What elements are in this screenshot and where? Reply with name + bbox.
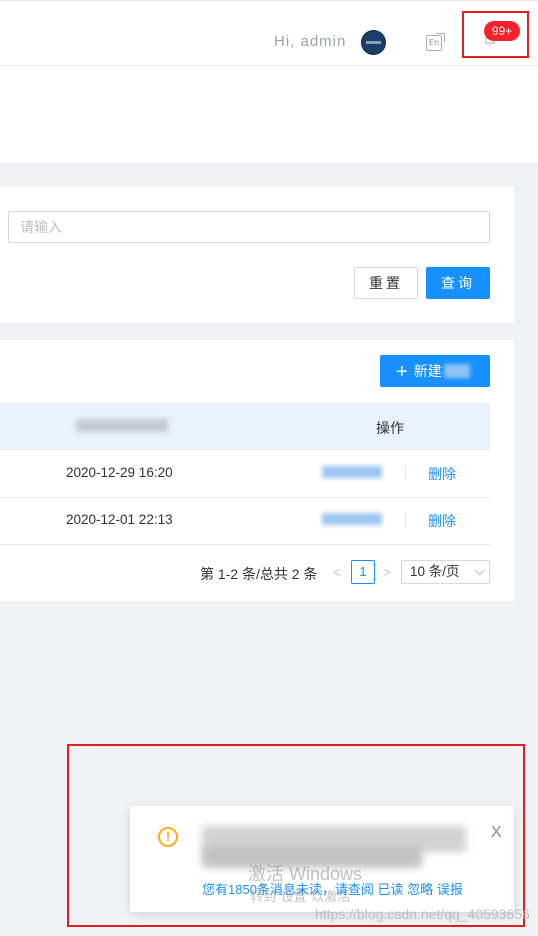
language-switch-icon[interactable]: En [426,33,445,51]
redacted-text [443,364,470,378]
windows-activation-watermark: 激活 Windows [248,864,363,884]
page-size-value: 10 条/页 [410,564,460,579]
redacted-column-header [76,419,168,432]
avatar[interactable] [361,30,386,55]
notification-highlight-frame: 99+ [462,11,529,58]
windows-activation-subtitle: 转到"设置"以激活 [250,889,351,904]
search-input[interactable] [8,211,490,243]
query-button[interactable]: 查询 [426,267,490,299]
chevron-down-icon [474,565,485,576]
pagination-page-1[interactable]: 1 [351,560,375,584]
false-alarm-link[interactable]: 误报 [437,882,463,897]
row-date: 2020-12-01 22:13 [66,512,173,527]
page-size-select[interactable]: 10 条/页 [401,560,490,584]
notification-count-badge[interactable]: 99+ [484,21,520,41]
action-divider [405,513,406,527]
new-button[interactable]: + 新建 [380,355,490,387]
page-header-area [0,66,538,163]
top-bar: Hi, admin En 99+ [0,0,538,66]
plus-icon: + [396,361,408,383]
ignore-link[interactable]: 忽略 [407,882,433,897]
pagination-total: 第 1-2 条/总共 2 条 [200,566,318,582]
row-date: 2020-12-29 16:20 [66,465,173,480]
table-card: + 新建 操作 2020-12-29 16:20 删除 2020-12-01 22… [0,340,514,601]
warning-icon: ! [158,827,178,847]
delete-link[interactable]: 删除 [428,511,456,531]
action-divider [405,466,406,480]
close-icon[interactable]: X [491,824,502,842]
redacted-action-link[interactable] [322,513,382,525]
reset-button[interactable]: 重置 [354,267,418,299]
pagination-prev-button[interactable]: < [333,564,341,580]
table-row: 2020-12-29 16:20 删除 [0,450,490,498]
redacted-action-link[interactable] [322,466,382,478]
mark-read-link[interactable]: 已读 [378,882,404,897]
search-form-card: 重置 查询 [0,187,514,323]
user-greeting: Hi, admin [274,33,347,50]
column-header-ops: 操作 [376,420,404,436]
table-header: 操作 [0,403,490,450]
table-row: 2020-12-01 22:13 删除 [0,497,490,545]
blog-url-watermark: https://blog.csdn.net/qq_40593656 [315,906,530,922]
delete-link[interactable]: 删除 [428,464,456,484]
new-button-label: 新建 [413,363,442,379]
pagination-next-button[interactable]: > [383,564,391,580]
